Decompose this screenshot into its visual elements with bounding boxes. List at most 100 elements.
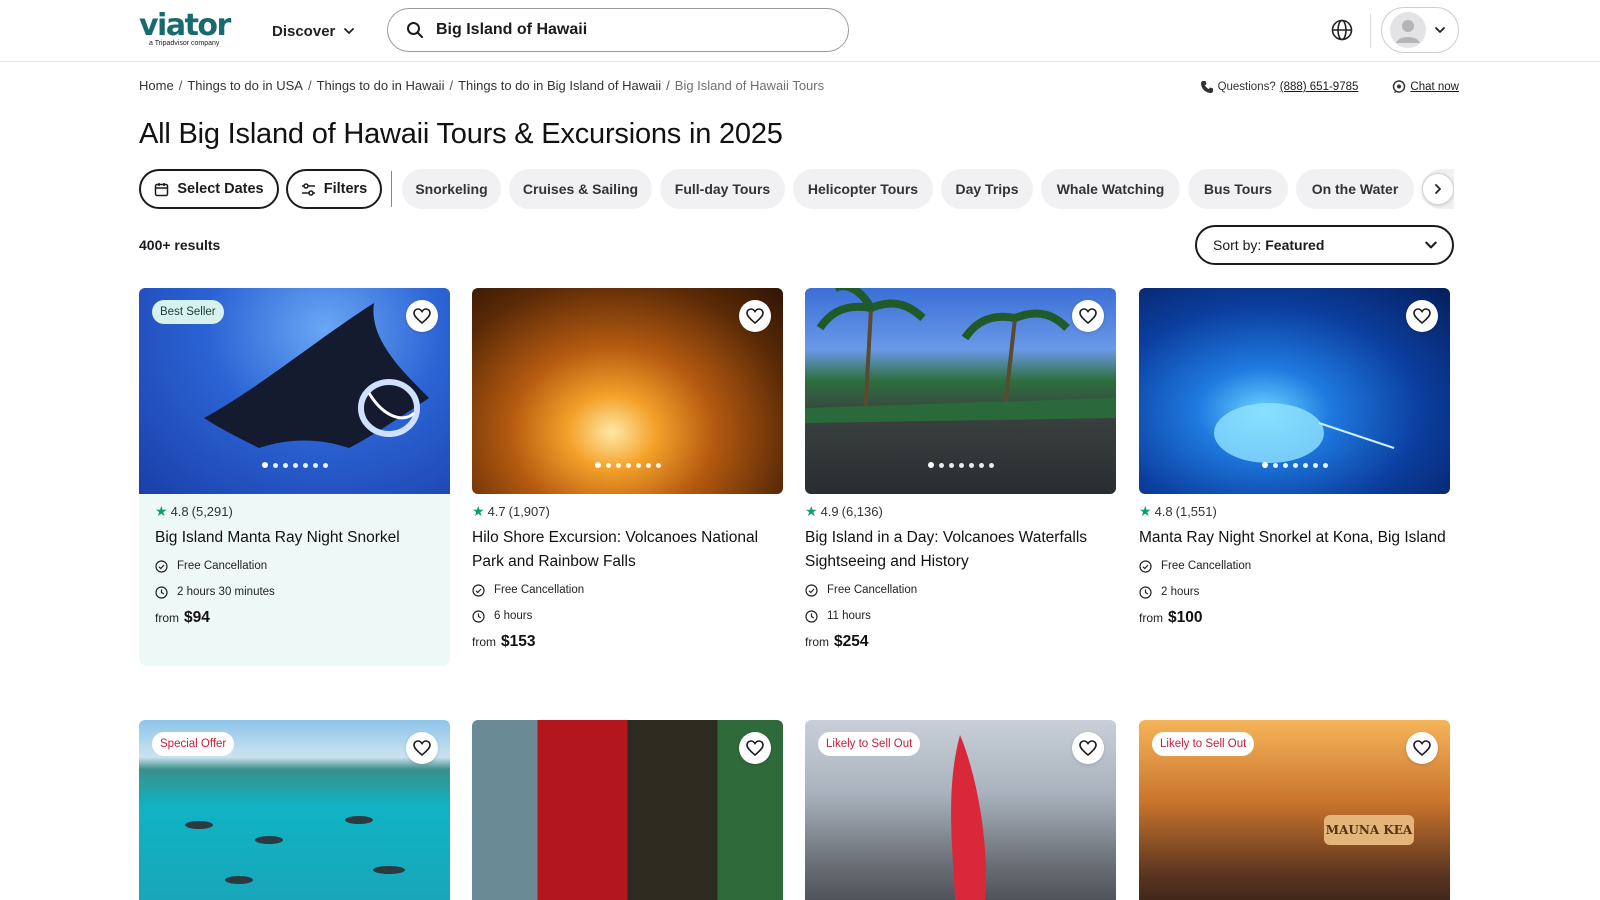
header-divider [1370,14,1371,48]
wishlist-heart-button[interactable] [406,732,438,764]
logo-tagline: a Tripadvisor company [149,40,220,47]
chip-day-trips[interactable]: Day Trips [941,169,1033,209]
image-carousel-dots[interactable] [927,462,994,468]
product-image-black-sand-beach[interactable] [805,288,1116,494]
product-image-collage[interactable] [472,720,783,900]
breadcrumb: Home / Things to do in USA / Things to do … [139,78,825,93]
product-card[interactable] [472,720,783,900]
chip-full-day-tours[interactable]: Full-day Tours [660,169,785,209]
review-count: (1,551) [1175,504,1217,519]
duration: 2 hours 30 minutes [155,582,440,602]
star-icon: ★ [805,503,818,519]
free-cancellation: Free Cancellation [472,580,783,600]
product-image-dolphins[interactable]: Special Offer [139,720,450,900]
discover-label: Discover [272,22,336,40]
chips-next-button[interactable] [1422,173,1454,205]
page-title: All Big Island of Hawaii Tours & Excursi… [139,118,783,150]
breadcrumb-usa[interactable]: Things to do in USA [187,78,303,93]
wishlist-heart-button[interactable] [1072,732,1104,764]
product-image-lava-tube[interactable] [472,288,783,494]
check-circle-icon [155,559,168,573]
wishlist-heart-button[interactable] [1406,300,1438,332]
chip-helicopter-tours[interactable]: Helicopter Tours [793,169,933,209]
search-bar[interactable] [387,8,849,52]
badge-likely-to-sell-out: Likely to Sell Out [818,732,921,756]
wishlist-heart-button[interactable] [739,300,771,332]
sort-value: Featured [1265,237,1325,253]
badge-best-seller: Best Seller [152,300,224,324]
phone-link[interactable]: (888) 651-9785 [1280,81,1359,93]
search-input[interactable] [436,21,816,39]
sliders-icon [301,182,315,196]
account-menu[interactable] [1381,7,1459,53]
product-title[interactable]: Big Island in a Day: Volcanoes Waterfall… [805,526,1116,574]
badge-special-offer: Special Offer [152,732,235,756]
heart-icon [1413,308,1431,324]
chip-on-the-water[interactable]: On the Water [1296,169,1414,209]
sort-label: Sort by: [1213,237,1262,253]
chip-whale-watching[interactable]: Whale Watching [1041,169,1180,209]
sort-dropdown[interactable]: Sort by: Featured [1195,225,1454,265]
product-card[interactable]: Special Offer [139,720,450,900]
price: from $100 [1139,609,1203,626]
clock-icon [155,585,168,599]
chevron-down-icon [1425,241,1437,249]
rating: ★ 4.8 (5,291) [155,503,233,519]
price: from $254 [805,633,869,650]
chip-bus-tours[interactable]: Bus Tours [1188,169,1288,209]
star-icon: ★ [1139,503,1152,519]
check-circle-icon [472,583,485,597]
avatar-icon [1390,12,1426,48]
check-circle-icon [805,583,818,597]
check-circle-icon [1139,559,1152,573]
results-count: 400+ results [139,237,221,253]
viator-logo[interactable]: viator a Tripadvisor company [139,11,241,49]
lava-fountain-illustration [951,735,986,900]
calendar-icon [155,182,169,196]
review-count: (5,291) [191,504,233,519]
select-dates-button[interactable]: Select Dates [139,169,279,209]
product-image-manta-kona[interactable] [1139,288,1450,494]
review-count: (1,907) [508,504,550,519]
image-carousel-dots[interactable] [594,462,661,468]
product-card[interactable]: MAUNA KEA Likely to Sell Out [1139,720,1450,900]
breadcrumb-hawaii[interactable]: Things to do in Hawaii [317,78,445,93]
product-title[interactable]: Manta Ray Night Snorkel at Kona, Big Isl… [1139,526,1450,550]
filters-button[interactable]: Filters [286,169,382,209]
wishlist-heart-button[interactable] [739,732,771,764]
chat-now-link[interactable]: Chat now [1410,81,1459,93]
language-globe-icon[interactable] [1330,18,1354,42]
image-carousel-dots[interactable] [1261,462,1328,468]
product-title[interactable]: Big Island Manta Ray Night Snorkel [155,526,440,550]
product-card[interactable]: Likely to Sell Out [805,720,1116,900]
price: from $94 [155,609,210,626]
heart-icon [413,740,431,756]
heart-icon [746,740,764,756]
discover-menu[interactable]: Discover [272,19,355,43]
product-image-mauna-kea[interactable]: MAUNA KEA Likely to Sell Out [1139,720,1450,900]
star-icon: ★ [155,503,168,519]
phone-icon [1200,81,1213,93]
heart-icon [413,308,431,324]
card-body: ★ 4.9 (6,136) Big Island in a Day: Volcano… [805,494,1116,651]
product-image-volcano-eruption[interactable]: Likely to Sell Out [805,720,1116,900]
wishlist-heart-button[interactable] [1406,732,1438,764]
breadcrumb-big-island[interactable]: Things to do in Big Island of Hawaii [458,78,661,93]
dolphins-illustration [185,816,405,884]
chip-cruises-sailing[interactable]: Cruises & Sailing [509,169,652,209]
logo-wordmark: viator [139,8,231,43]
product-card[interactable]: Best Seller ★ 4.8 (5,291) Big Island Manta… [139,288,450,666]
wishlist-heart-button[interactable] [406,300,438,332]
product-image-manta-ray[interactable]: Best Seller [139,288,450,494]
rating: ★ 4.9 (6,136) [805,503,883,519]
breadcrumb-home[interactable]: Home [139,78,174,93]
chip-snorkeling[interactable]: Snorkeling [402,169,501,209]
duration: 11 hours [805,606,1116,626]
wishlist-heart-button[interactable] [1072,300,1104,332]
product-title[interactable]: Hilo Shore Excursion: Volcanoes National… [472,526,783,574]
heart-icon [1079,308,1097,324]
clock-icon [1139,585,1152,599]
image-carousel-dots[interactable] [261,462,328,468]
filter-divider [391,171,392,207]
rating: ★ 4.8 (1,551) [1139,503,1217,519]
